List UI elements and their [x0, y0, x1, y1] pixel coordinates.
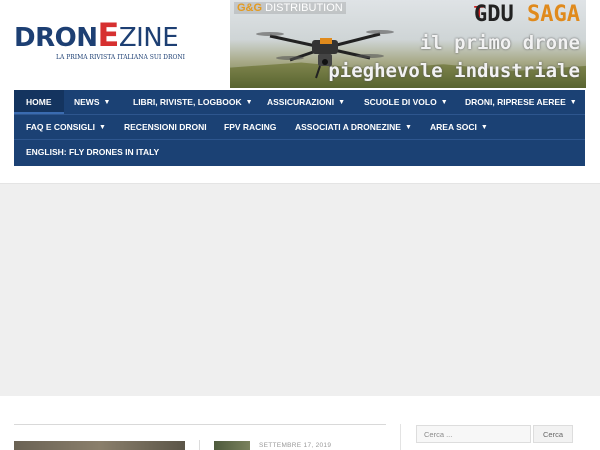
- banner-product-name: SAGA: [527, 2, 580, 27]
- chevron-down-icon: ▼: [338, 99, 345, 106]
- chevron-down-icon: ▼: [404, 124, 412, 131]
- nav-item-associati[interactable]: ASSOCIATI A DRONEZINE ▼: [295, 115, 412, 139]
- nav-row-1: HOME NEWS ▼ LIBRI, RIVISTE, LOGBOOK ▼ ASSI…: [14, 90, 585, 114]
- page: DRONEZINE LA PRIMA RIVISTA ITALIANA SUI …: [0, 0, 600, 450]
- logo-prefix: DRON: [14, 23, 98, 53]
- nav-row-2: FAQ E CONSIGLI ▼ RECENSIONI DRONI FPV RAC…: [14, 115, 585, 139]
- nav-item-home[interactable]: HOME: [14, 90, 64, 114]
- banner-headline-line2: pieghevole industriale: [328, 60, 580, 82]
- nav-item-label: AREA SOCI: [430, 122, 477, 132]
- nav-item-label: DRONI, RIPRESE AEREE: [465, 97, 566, 107]
- nav-item-fpv-racing[interactable]: FPV RACING: [224, 115, 276, 139]
- nav-item-droni-riprese-aeree[interactable]: DRONI, RIPRESE AEREE ▼: [465, 90, 577, 114]
- nav-item-libri[interactable]: LIBRI, RIVISTE, LOGBOOK ▼: [133, 90, 253, 114]
- nav-item-area-soci[interactable]: AREA SOCI ▼: [430, 115, 488, 139]
- nav-item-english[interactable]: ENGLISH: FLY DRONES IN ITALY: [26, 140, 159, 164]
- chevron-down-icon: ▼: [480, 124, 488, 131]
- nav-item-label: SCUOLE DI VOLO: [364, 97, 437, 107]
- logo-highlight: E: [97, 16, 119, 54]
- search-button[interactable]: Cerca: [533, 425, 573, 443]
- nav-item-assicurazioni[interactable]: ASSICURAZIONI ▼: [267, 90, 345, 114]
- nav-item-label: NEWS: [74, 97, 100, 107]
- chevron-down-icon: ▼: [245, 99, 253, 106]
- nav-item-label: ENGLISH: FLY DRONES IN ITALY: [26, 147, 160, 157]
- nav-item-recensioni-droni[interactable]: RECENSIONI DRONI: [124, 115, 207, 139]
- nav-item-scuole-di-volo[interactable]: SCUOLE DI VOLO ▼: [364, 90, 448, 114]
- nav-item-label: FPV RACING: [224, 122, 277, 132]
- nav-row-3: ENGLISH: FLY DRONES IN ITALY: [14, 140, 585, 164]
- chevron-down-icon: ▼: [98, 124, 106, 131]
- site-logo[interactable]: DRONEZINE LA PRIMA RIVISTA ITALIANA SUI …: [14, 19, 186, 65]
- sidebar-divider: [400, 424, 401, 450]
- chevron-down-icon: ▼: [103, 99, 111, 106]
- chevron-down-icon: ▼: [569, 99, 577, 106]
- nav-item-label: ASSICURAZIONI: [267, 97, 335, 107]
- nav-item-news[interactable]: NEWS ▼: [74, 90, 110, 114]
- nav-item-faq-e-consigli[interactable]: FAQ E CONSIGLI ▼: [26, 115, 106, 139]
- distributor-word: DISTRIBUTION: [265, 2, 343, 14]
- logo-tagline: LA PRIMA RIVISTA ITALIANA SUI DRONI: [56, 54, 186, 61]
- main-navigation: HOME NEWS ▼ LIBRI, RIVISTE, LOGBOOK ▼ ASSI…: [14, 90, 585, 166]
- banner-product-brand: GDU: [474, 2, 514, 27]
- nav-item-label: FAQ E CONSIGLI: [26, 122, 95, 132]
- featured-post-thumbnail[interactable]: [14, 441, 185, 450]
- distributor-label: G&G DISTRIBUTION: [234, 2, 346, 14]
- banner-headline-line1: il primo drone: [419, 32, 580, 54]
- logo-suffix: ZINE: [118, 23, 179, 53]
- nav-item-label: RECENSIONI DRONI: [124, 122, 207, 132]
- post-thumbnail[interactable]: [214, 441, 250, 450]
- distributor-brand: G&G: [237, 2, 263, 14]
- column-divider: [199, 440, 200, 450]
- nav-item-label: ASSOCIATI A DRONEZINE: [295, 122, 401, 132]
- ad-banner[interactable]: G&G DISTRIBUTION T GDU SAGA il primo dro…: [230, 0, 586, 88]
- banner-product-title: GDU SAGA: [474, 2, 580, 27]
- chevron-down-icon: ▼: [440, 99, 448, 106]
- post-date: SETTEMBRE 17, 2019: [259, 442, 332, 449]
- content-top-border: [14, 424, 386, 425]
- nav-item-label: LIBRI, RIVISTE, LOGBOOK: [133, 97, 242, 107]
- logo-wordmark: DRONEZINE: [14, 19, 179, 53]
- nav-item-label: HOME: [26, 97, 52, 107]
- search-input[interactable]: [416, 425, 531, 443]
- advertisement-area: [0, 183, 600, 396]
- site-header: DRONEZINE LA PRIMA RIVISTA ITALIANA SUI …: [0, 0, 600, 90]
